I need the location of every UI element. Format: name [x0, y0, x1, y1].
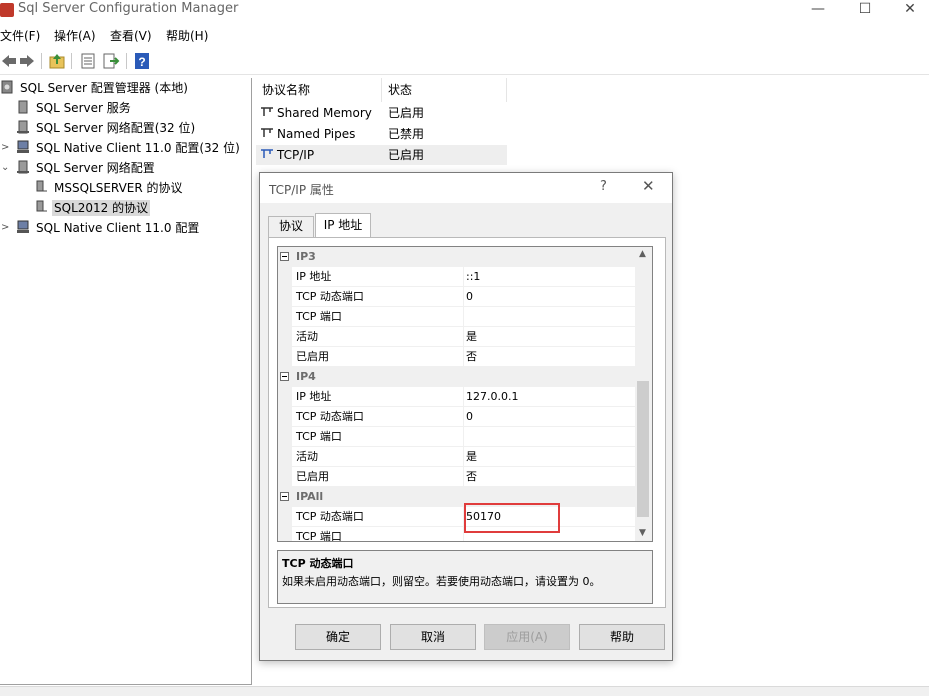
- ok-button[interactable]: 确定: [295, 624, 381, 650]
- status-bar: [0, 686, 929, 696]
- description-text: 如果未启用动态端口，则留空。若要使用动态端口，请设置为 0。: [282, 575, 601, 588]
- description-panel: TCP 动态端口 如果未启用动态端口，则留空。若要使用动态端口，请设置为 0。: [277, 550, 653, 604]
- property-row[interactable]: 已启用 否: [278, 467, 635, 487]
- dialog-help-button[interactable]: ?: [600, 179, 607, 194]
- dialog-title-bar: TCP/IP 属性 ? ✕: [260, 173, 672, 203]
- vertical-scrollbar[interactable]: ▲ ▼: [635, 247, 652, 541]
- minimize-button[interactable]: —: [798, 0, 838, 22]
- toolbar-separator: [71, 53, 72, 69]
- protocols-icon: [36, 200, 47, 212]
- property-row[interactable]: TCP 动态端口 0: [278, 407, 635, 427]
- protocol-status-cell: 已启用: [388, 148, 425, 162]
- maximize-button[interactable]: ☐: [845, 0, 885, 22]
- menu-help[interactable]: 帮助(H): [166, 27, 208, 44]
- property-row[interactable]: TCP 端口: [278, 307, 635, 327]
- server-icon: [18, 100, 28, 114]
- app-icon: [0, 3, 14, 17]
- menu-bar: 文件(F) 操作(A) 查看(V) 帮助(H): [0, 24, 929, 46]
- protocol-icon: [261, 128, 273, 137]
- property-row[interactable]: TCP 端口: [278, 427, 635, 447]
- server-config-icon: [1, 80, 13, 94]
- toolbar: ?: [0, 47, 929, 75]
- protocol-status-cell: 已启用: [388, 106, 425, 120]
- property-row[interactable]: 活动 是: [278, 327, 635, 347]
- export-icon[interactable]: [102, 52, 120, 70]
- description-title: TCP 动态端口: [282, 557, 354, 570]
- list-row-shared-memory[interactable]: Shared Memory 已启用: [256, 103, 507, 123]
- protocols-icon: [36, 180, 47, 192]
- tree-item-native-client-32[interactable]: SQL Native Client 11.0 配置(32 位): [16, 138, 242, 158]
- property-row[interactable]: TCP 动态端口 50170: [278, 507, 635, 527]
- forward-icon[interactable]: [18, 52, 36, 70]
- tab-ip-addresses[interactable]: IP 地址: [315, 213, 371, 237]
- client-config-icon: [17, 220, 29, 233]
- ip-addresses-tab-page: IP3 IP 地址 ::1 TCP 动态端口 0 TCP 端口 活动 是 已启用…: [268, 237, 666, 608]
- scroll-down-arrow-icon[interactable]: ▼: [639, 528, 646, 538]
- menu-file[interactable]: 文件(F): [0, 27, 40, 44]
- properties-icon[interactable]: [79, 52, 97, 70]
- tree-item-mssqlserver-protocols[interactable]: MSSQLSERVER 的协议: [34, 178, 185, 198]
- up-folder-icon[interactable]: [48, 52, 66, 70]
- menu-action[interactable]: 操作(A): [54, 27, 96, 44]
- property-row[interactable]: 活动 是: [278, 447, 635, 467]
- protocol-icon: [261, 149, 273, 158]
- property-row[interactable]: 已启用 否: [278, 347, 635, 367]
- tree-item-native-client[interactable]: SQL Native Client 11.0 配置: [16, 218, 201, 238]
- column-header-protocol-name[interactable]: 协议名称: [256, 78, 382, 102]
- collapse-box-icon[interactable]: [280, 252, 289, 261]
- property-row[interactable]: IP 地址 127.0.0.1: [278, 387, 635, 407]
- collapse-chevron-icon[interactable]: ⌄: [1, 158, 9, 178]
- property-row[interactable]: IP 地址 ::1: [278, 267, 635, 287]
- back-icon[interactable]: [0, 52, 18, 70]
- network-config-icon: [17, 120, 29, 134]
- highlight-annotation-box: [464, 503, 560, 533]
- category-row-ipall[interactable]: IPAll: [278, 487, 635, 507]
- protocol-icon: [261, 107, 273, 116]
- window-title: Sql Server Configuration Manager: [18, 1, 239, 16]
- collapse-box-icon[interactable]: [280, 492, 289, 501]
- property-row[interactable]: TCP 动态端口 0: [278, 287, 635, 307]
- tree-item-sql2012-protocols[interactable]: SQL2012 的协议: [34, 198, 151, 218]
- svg-text:?: ?: [138, 55, 145, 69]
- toolbar-separator: [126, 53, 127, 69]
- property-grid: IP3 IP 地址 ::1 TCP 动态端口 0 TCP 端口 活动 是 已启用…: [277, 246, 653, 542]
- protocol-name-cell: Named Pipes: [260, 124, 355, 144]
- protocol-status-cell: 已禁用: [388, 127, 425, 141]
- tree-item-network[interactable]: SQL Server 网络配置: [16, 158, 157, 178]
- close-button[interactable]: ✕: [890, 0, 929, 22]
- protocol-name-cell: Shared Memory: [260, 103, 372, 123]
- tree-pane: SQL Server 配置管理器 (本地) SQL Server 服务 SQL …: [0, 78, 252, 685]
- tab-protocol[interactable]: 协议: [268, 216, 314, 237]
- tree-item-root[interactable]: SQL Server 配置管理器 (本地): [0, 78, 190, 98]
- collapse-box-icon[interactable]: [280, 372, 289, 381]
- list-row-named-pipes[interactable]: Named Pipes 已禁用: [256, 124, 507, 144]
- dialog-title: TCP/IP 属性: [269, 183, 334, 197]
- expand-chevron-icon[interactable]: >: [1, 138, 9, 158]
- network-config-icon: [17, 160, 29, 174]
- list-row-tcp-ip[interactable]: TCP/IP 已启用: [256, 145, 507, 165]
- tree-item-network-32[interactable]: SQL Server 网络配置(32 位): [16, 118, 197, 138]
- column-header-status[interactable]: 状态: [382, 78, 507, 102]
- tree-item-services[interactable]: SQL Server 服务: [16, 98, 133, 118]
- menu-view[interactable]: 查看(V): [110, 27, 152, 44]
- cancel-button[interactable]: 取消: [390, 624, 476, 650]
- dialog-close-button[interactable]: ✕: [642, 177, 655, 195]
- scrollbar-thumb[interactable]: [637, 381, 649, 517]
- apply-button[interactable]: 应用(A): [484, 624, 570, 650]
- toolbar-separator: [41, 53, 42, 69]
- help-icon[interactable]: ?: [133, 52, 151, 70]
- category-row-ip3[interactable]: IP3: [278, 247, 635, 267]
- scroll-up-arrow-icon[interactable]: ▲: [639, 249, 646, 259]
- expand-chevron-icon[interactable]: >: [1, 218, 9, 238]
- tcpip-properties-dialog: TCP/IP 属性 ? ✕ 协议 IP 地址 IP3 IP 地址 ::1 TCP…: [259, 172, 673, 661]
- client-config-icon: [17, 140, 29, 153]
- category-row-ip4[interactable]: IP4: [278, 367, 635, 387]
- protocol-name-cell: TCP/IP: [260, 145, 314, 165]
- property-row[interactable]: TCP 端口: [278, 527, 635, 541]
- title-bar: Sql Server Configuration Manager — ☐ ✕: [0, 0, 929, 22]
- help-button[interactable]: 帮助: [579, 624, 665, 650]
